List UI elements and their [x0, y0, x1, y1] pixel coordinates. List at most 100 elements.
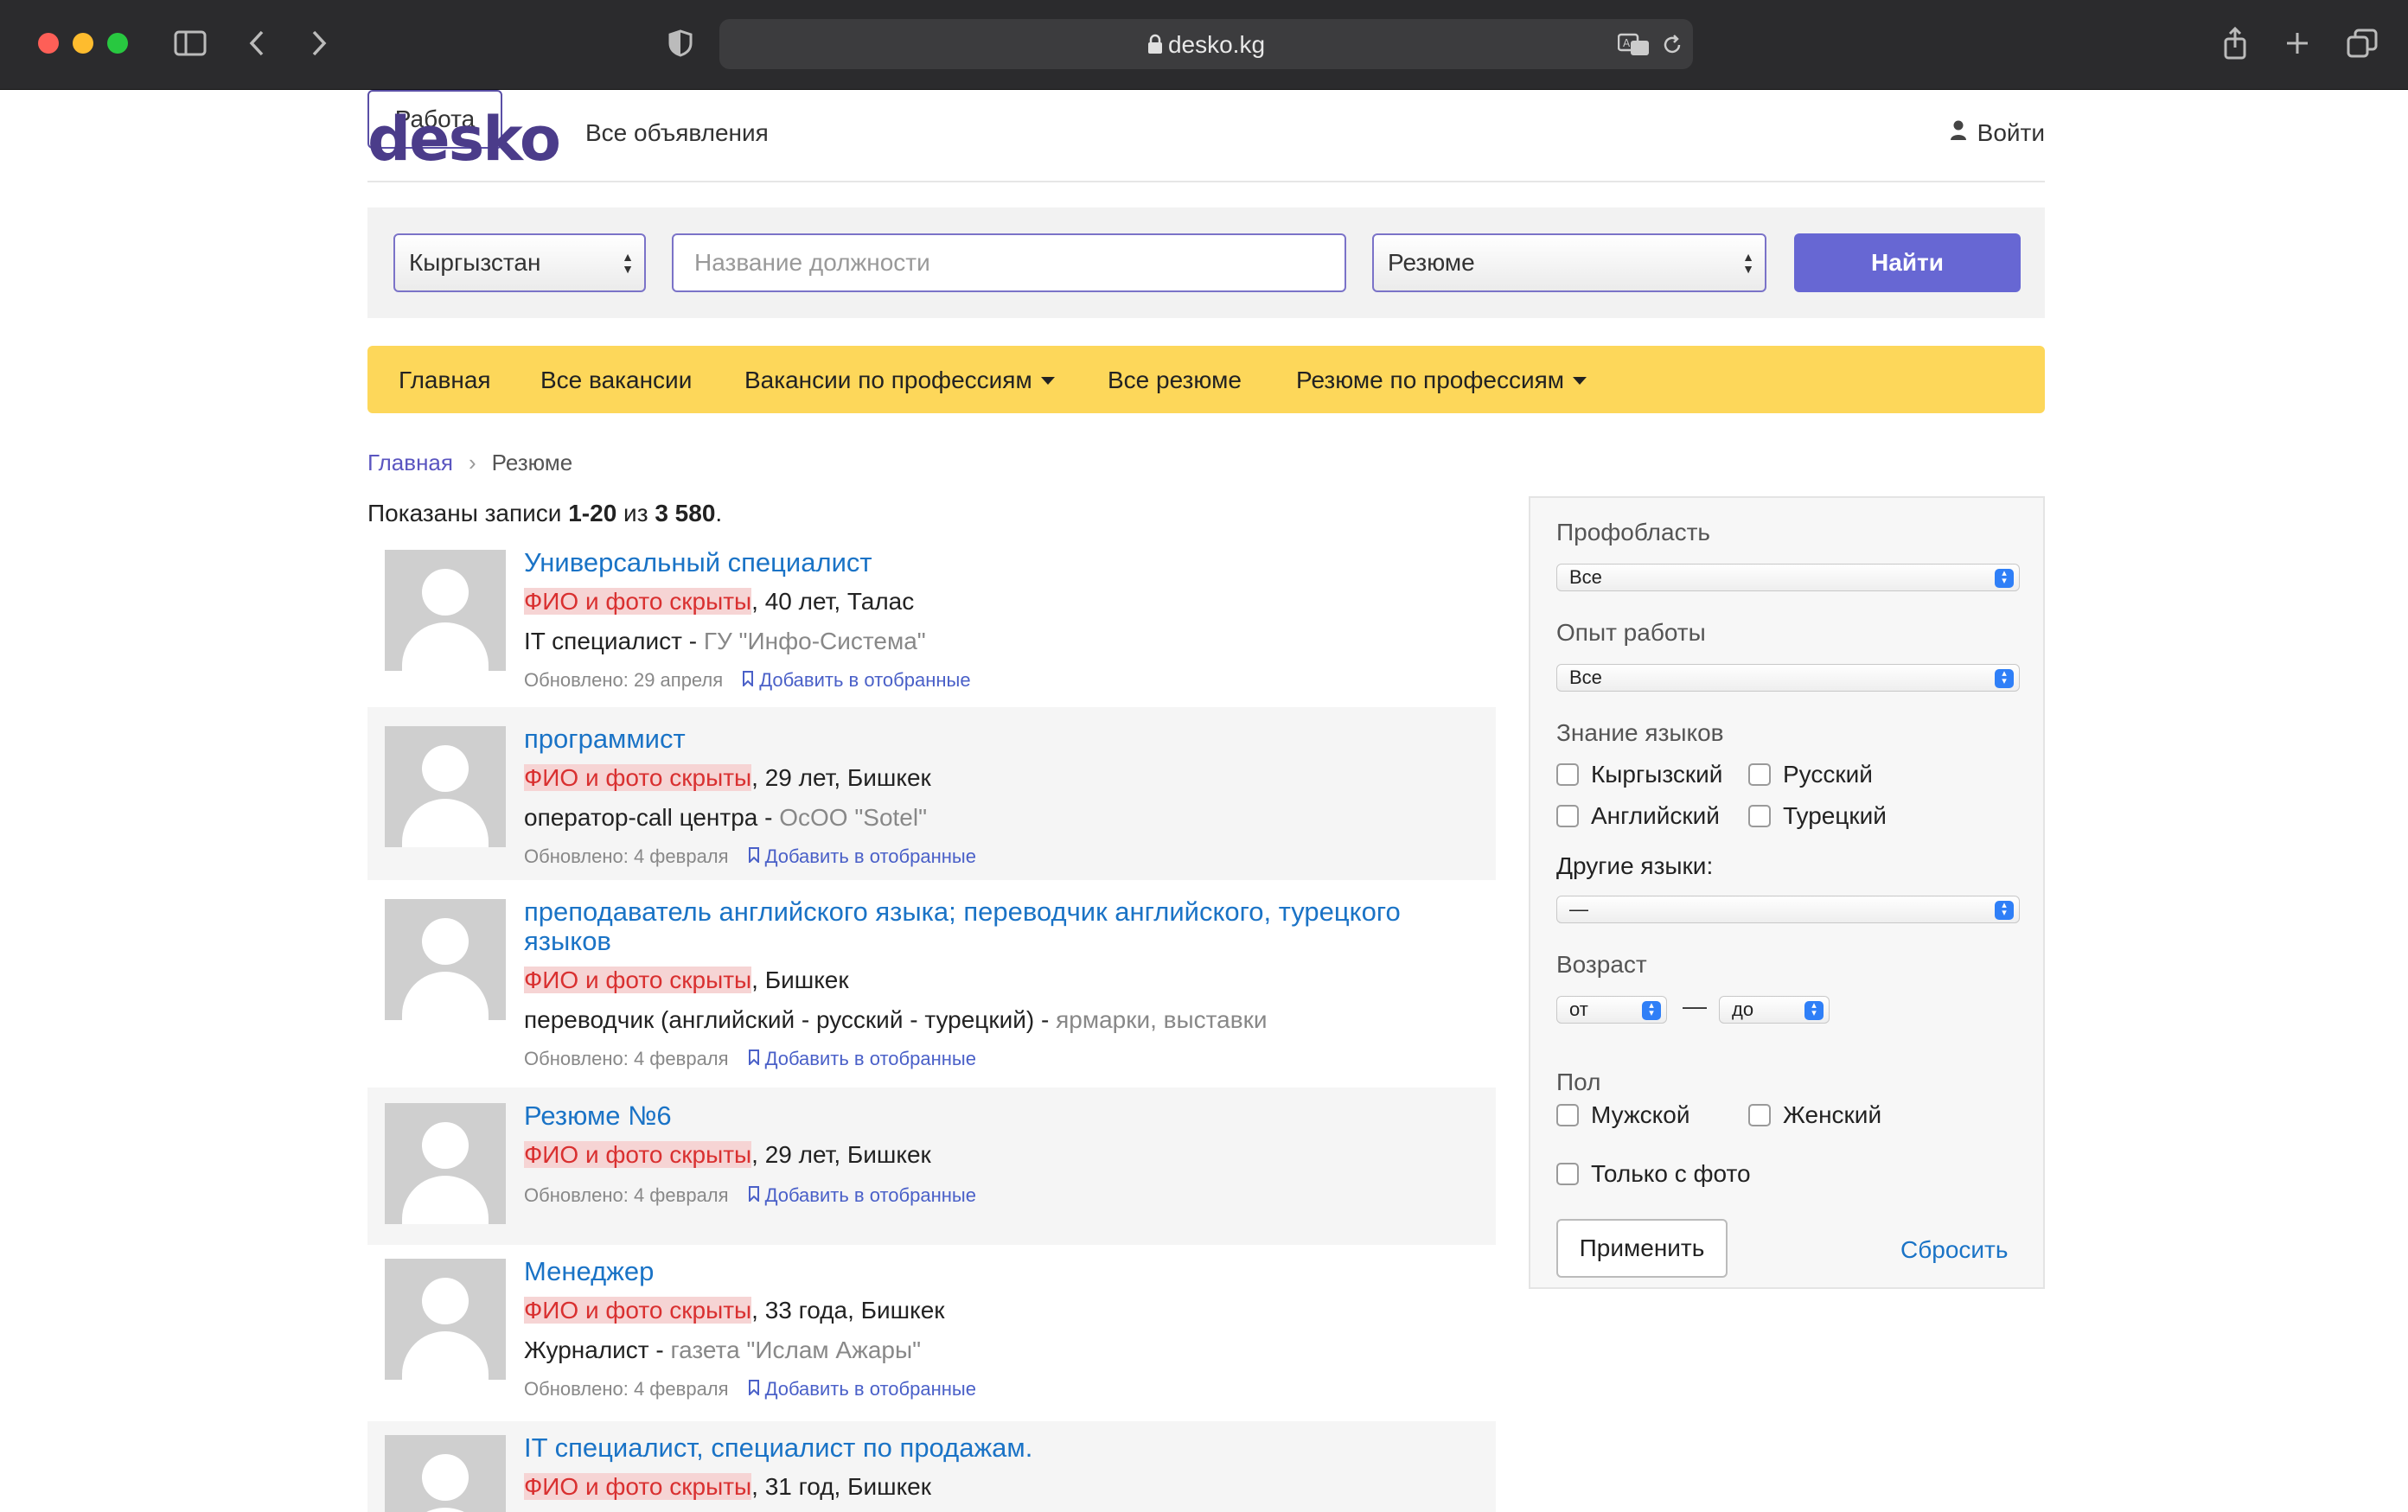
menu-resumes-by-profession[interactable]: Резюме по профессиям: [1296, 367, 1587, 394]
resume-item: Универсальный специалист ФИО и фото скры…: [367, 538, 1496, 707]
privacy-shield-icon[interactable]: [666, 22, 695, 64]
menu-all-resumes[interactable]: Все резюме: [1108, 367, 1242, 394]
search-panel: Кыргызстан ▲ ▼ Название должности Резюме …: [367, 207, 2045, 318]
back-icon[interactable]: [244, 22, 270, 64]
breadcrumb: Главная › Резюме: [367, 450, 572, 476]
menu-vacancies-by-profession[interactable]: Вакансии по профессиям: [744, 367, 1055, 394]
reload-icon[interactable]: [1658, 24, 1686, 66]
age-to-select[interactable]: до ▴ ▾: [1719, 996, 1830, 1024]
resume-title-link[interactable]: преподаватель английского языка; перевод…: [524, 897, 1484, 956]
results-prefix: Показаны записи: [367, 500, 569, 526]
resume-item: программист ФИО и фото скрыты, 29 лет, Б…: [367, 707, 1496, 880]
login-link[interactable]: Войти: [1950, 119, 2045, 147]
experience-label: Опыт работы: [1556, 619, 1706, 646]
job-title-input[interactable]: Название должности: [672, 233, 1346, 292]
filters-panel: Профобласть Все ▴ ▾ Опыт работы Все ▴ ▾ Знан…: [1529, 496, 2045, 1289]
menu-resumes-by-profession-label: Резюме по профессиям: [1296, 367, 1565, 393]
resume-person-info: ФИО и фото скрыты, 31 год, Бишкек: [524, 1473, 931, 1501]
tab-overview-icon[interactable]: [2345, 22, 2379, 64]
resume-company: ОсОО "Sotel": [779, 804, 928, 831]
reset-filters-link[interactable]: Сбросить: [1900, 1236, 2008, 1264]
checkbox-box: [1556, 1104, 1579, 1126]
resume-updated: Обновлено: 4 февраля: [524, 1184, 729, 1206]
lang-kyrgyz-checkbox[interactable]: Кыргызский: [1556, 761, 1722, 788]
photo-only-checkbox[interactable]: Только с фото: [1556, 1160, 1751, 1188]
avatar-placeholder: [385, 726, 506, 847]
breadcrumb-home[interactable]: Главная: [367, 450, 453, 476]
resume-meta: Обновлено: 4 февраля Добавить в отобранн…: [524, 845, 976, 868]
age-to-value: до: [1732, 998, 1754, 1020]
bookmark-icon: [748, 1184, 760, 1207]
forward-icon[interactable]: [306, 22, 332, 64]
prof-area-select[interactable]: Все ▴ ▾: [1556, 564, 2020, 591]
resume-company: ярмарки, выставки: [1056, 1006, 1268, 1033]
gender-male-checkbox[interactable]: Мужской: [1556, 1101, 1689, 1129]
other-languages-select[interactable]: — ▴ ▾: [1556, 896, 2020, 923]
translate-icon[interactable]: A: [1617, 24, 1651, 66]
country-select[interactable]: Кыргызстан ▲ ▼: [393, 233, 646, 292]
close-window-button[interactable]: [38, 33, 59, 54]
age-from-value: от: [1569, 998, 1588, 1020]
age-range-dash: —: [1683, 992, 1707, 1019]
site-logo[interactable]: desko: [367, 104, 561, 175]
lang-russian-checkbox[interactable]: Русский: [1748, 761, 1873, 788]
resume-title-link[interactable]: Менеджер: [524, 1257, 1484, 1286]
results-middle: из: [616, 500, 655, 526]
resume-position: переводчик (английский - русский - турец…: [524, 1006, 1057, 1033]
address-bar[interactable]: desko.kg A: [719, 19, 1693, 69]
lang-turkish-checkbox[interactable]: Турецкий: [1748, 802, 1887, 830]
menu-home-label: Главная: [399, 367, 491, 393]
lang-english-checkbox[interactable]: Английский: [1556, 802, 1720, 830]
minimize-window-button[interactable]: [73, 33, 93, 54]
resume-item: IT специалист, специалист по продажам. Ф…: [367, 1421, 1496, 1512]
add-to-favorites-link[interactable]: Добавить в отобранные: [748, 1378, 976, 1400]
resume-last-job: Журналист - газета "Ислам Ажары": [524, 1337, 921, 1364]
add-to-favorites-link[interactable]: Добавить в отобранные: [748, 1184, 976, 1207]
add-to-favorites-link[interactable]: Добавить в отобранные: [748, 1048, 976, 1070]
resume-age-city: , 40 лет, Талас: [751, 588, 915, 615]
resume-age-city: , 29 лет, Бишкек: [751, 764, 931, 791]
nav-all-ads-link[interactable]: Все объявления: [585, 119, 769, 147]
results-total: 3 580: [655, 500, 716, 526]
search-type-value: Резюме: [1388, 249, 1475, 276]
resume-title-link[interactable]: Универсальный специалист: [524, 548, 1484, 577]
resume-title-link[interactable]: Резюме №6: [524, 1101, 1484, 1131]
lang-turkish-label: Турецкий: [1783, 802, 1887, 829]
resume-age-city: , 31 год, Бишкек: [751, 1473, 931, 1500]
hidden-name-badge: ФИО и фото скрыты: [524, 1473, 752, 1500]
resume-title-link[interactable]: программист: [524, 724, 1484, 754]
select-arrows-icon: ▲ ▼: [622, 250, 634, 276]
checkbox-box: [1556, 805, 1579, 827]
share-icon[interactable]: [2220, 22, 2250, 64]
menu-home[interactable]: Главная: [399, 367, 491, 394]
age-label: Возраст: [1556, 951, 1647, 978]
search-type-select[interactable]: Резюме ▲ ▼: [1372, 233, 1766, 292]
add-to-favorites-label: Добавить в отобранные: [764, 845, 976, 867]
login-label: Войти: [1977, 119, 2045, 146]
age-from-select[interactable]: от ▴ ▾: [1556, 996, 1667, 1024]
prof-area-value: Все: [1569, 566, 1602, 588]
select-arrows-icon: ▲ ▼: [1742, 250, 1754, 276]
gender-female-checkbox[interactable]: Женский: [1748, 1101, 1881, 1129]
resume-title-link[interactable]: IT специалист, специалист по продажам.: [524, 1433, 1484, 1463]
resume-age-city: , 33 года, Бишкек: [751, 1297, 945, 1324]
checkbox-box: [1748, 1104, 1771, 1126]
page-container: desko Все объявления Работа Войти Кыргыз…: [367, 90, 2045, 1512]
find-button[interactable]: Найти: [1794, 233, 2021, 292]
avatar-placeholder: [385, 899, 506, 1020]
apply-filters-button[interactable]: Применить: [1556, 1219, 1728, 1278]
resume-person-info: ФИО и фото скрыты, 33 года, Бишкек: [524, 1297, 945, 1324]
resume-updated: Обновлено: 29 апреля: [524, 669, 724, 691]
maximize-window-button[interactable]: [107, 33, 128, 54]
avatar-placeholder: [385, 1259, 506, 1380]
user-icon: [1950, 119, 1967, 147]
experience-select[interactable]: Все ▴ ▾: [1556, 664, 2020, 692]
menu-all-vacancies[interactable]: Все вакансии: [540, 367, 692, 394]
new-tab-icon[interactable]: [2283, 22, 2312, 64]
web-page: desko Все объявления Работа Войти Кыргыз…: [4, 90, 2408, 1512]
add-to-favorites-label: Добавить в отобранные: [759, 669, 971, 691]
sidebar-toggle-icon[interactable]: [171, 22, 209, 64]
add-to-favorites-link[interactable]: Добавить в отобранные: [742, 669, 971, 692]
add-to-favorites-link[interactable]: Добавить в отобранные: [748, 845, 976, 868]
resume-company: ГУ "Инфо-Система": [703, 628, 926, 654]
